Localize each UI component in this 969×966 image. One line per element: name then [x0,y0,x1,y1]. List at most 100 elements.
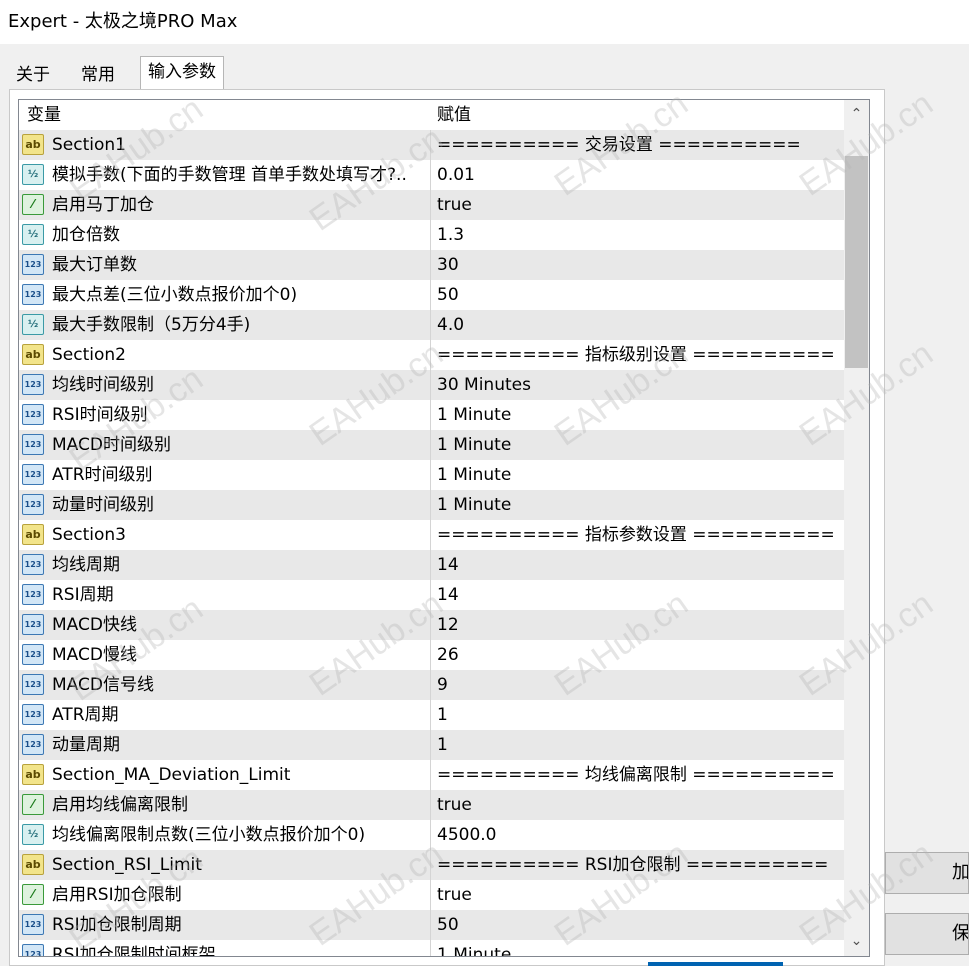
header-value[interactable]: 赋值 [437,100,471,130]
variable-name: MACD时间级别 [52,435,171,455]
variable-name: 最大点差(三位小数点报价加个0) [52,285,298,305]
scroll-thumb[interactable] [845,156,868,368]
table-row[interactable]: 123 动量时间级别 1 Minute [19,490,844,520]
variable-name: 动量时间级别 [52,495,154,515]
variable-value[interactable]: 4500.0 [437,820,837,850]
variable-value[interactable]: 14 [437,580,837,610]
column-divider [430,940,431,956]
table-row[interactable]: ⁄ 启用均线偏离限制 true [19,790,844,820]
variable-value[interactable]: 0.01 [437,160,837,190]
table-row[interactable]: ½ 均线偏离限制点数(三位小数点报价加个0) 4500.0 [19,820,844,850]
variable-name: MACD信号线 [52,675,154,695]
scroll-up-arrow-icon[interactable]: ⌃ [844,102,869,127]
variable-value[interactable]: 4.0 [437,310,837,340]
variable-value[interactable]: true [437,790,837,820]
table-row[interactable]: ½ 最大手数限制（5万分4手) 4.0 [19,310,844,340]
variable-value[interactable]: 1 Minute [437,430,837,460]
variable-value[interactable]: 12 [437,610,837,640]
load-button[interactable]: 加载 [885,852,969,894]
variable-value[interactable]: 1 Minute [437,940,837,956]
table-row[interactable]: 123 MACD快线 12 [19,610,844,640]
variable-name: ATR时间级别 [52,465,153,485]
column-divider [430,880,431,910]
variable-value[interactable]: ========== 指标参数设置 ========== [437,520,837,550]
variable-name: 均线周期 [52,555,120,575]
variable-name: RSI时间级别 [52,405,148,425]
table-row[interactable]: 123 RSI时间级别 1 Minute [19,400,844,430]
variable-value[interactable]: ========== 交易设置 ========== [437,130,837,160]
integer-icon: 123 [22,254,44,275]
column-divider [430,520,431,550]
integer-icon: 123 [22,584,44,605]
variable-name: RSI周期 [52,585,114,605]
table-row[interactable]: 123 动量周期 1 [19,730,844,760]
variable-name: RSI加仓限制周期 [52,915,182,935]
variable-value[interactable]: 26 [437,640,837,670]
column-divider [430,400,431,430]
string-icon: ab [22,344,44,365]
integer-icon: 123 [22,944,44,956]
table-row[interactable]: 123 RSI周期 14 [19,580,844,610]
table-row[interactable]: 123 MACD慢线 26 [19,640,844,670]
variable-value[interactable]: ========== RSI加仓限制 ========== [437,850,837,880]
variable-name: Section_MA_Deviation_Limit [52,765,291,785]
table-row[interactable]: 123 ATR时间级别 1 Minute [19,460,844,490]
variable-value[interactable]: 30 [437,250,837,280]
header-variable[interactable]: 变量 [27,100,61,130]
table-row[interactable]: ab Section3 ========== 指标参数设置 ========== [19,520,844,550]
column-divider [430,160,431,190]
table-row[interactable]: ⁄ 启用RSI加仓限制 true [19,880,844,910]
table-row[interactable]: 123 均线时间级别 30 Minutes [19,370,844,400]
variable-name: Section3 [52,525,126,545]
tab-common[interactable]: 常用 [74,60,122,90]
taskbar-accent [648,962,783,966]
integer-icon: 123 [22,644,44,665]
column-divider [430,460,431,490]
table-row[interactable]: 123 最大点差(三位小数点报价加个0) 50 [19,280,844,310]
variable-value[interactable]: 50 [437,280,837,310]
variable-value[interactable]: 1 Minute [437,400,837,430]
variable-value[interactable]: true [437,190,837,220]
table-row[interactable]: ab Section_RSI_Limit ========== RSI加仓限制 ==… [19,850,844,880]
variable-value[interactable]: 1 Minute [437,490,837,520]
table-row[interactable]: 123 MACD信号线 9 [19,670,844,700]
variable-name: MACD慢线 [52,645,137,665]
variable-value[interactable]: 1 Minute [437,460,837,490]
tab-inputs[interactable]: 输入参数 [140,56,224,91]
variable-value[interactable]: 50 [437,910,837,940]
integer-icon: 123 [22,284,44,305]
tab-about[interactable]: 关于 [8,60,58,90]
scroll-down-arrow-icon[interactable]: ⌄ [844,929,869,954]
table-row[interactable]: 123 RSI加仓限制时间框架 1 Minute [19,940,844,956]
table-row[interactable]: ab Section1 ========== 交易设置 ========== [19,130,844,160]
variable-value[interactable]: 9 [437,670,837,700]
table-row[interactable]: 123 MACD时间级别 1 Minute [19,430,844,460]
save-button[interactable]: 保存 [885,913,969,955]
double-icon: ½ [22,824,44,845]
integer-icon: 123 [22,734,44,755]
column-divider [430,310,431,340]
integer-icon: 123 [22,374,44,395]
variable-value[interactable]: 1.3 [437,220,837,250]
variable-value[interactable]: true [437,880,837,910]
table-row[interactable]: ab Section_MA_Deviation_Limit ========== 均… [19,760,844,790]
variable-name: 启用均线偏离限制 [52,795,188,815]
vertical-scrollbar[interactable]: ⌃ ⌄ [844,100,869,956]
variable-value[interactable]: ========== 指标级别设置 ========== [437,340,837,370]
variable-value[interactable]: 1 [437,700,837,730]
table-row[interactable]: 123 均线周期 14 [19,550,844,580]
variable-name: 模拟手数(下面的手数管理 首单手数处填写才?.. [52,165,407,185]
variable-value[interactable]: 1 [437,730,837,760]
variable-name: 均线时间级别 [52,375,154,395]
table-row[interactable]: 123 ATR周期 1 [19,700,844,730]
variable-value[interactable]: 30 Minutes [437,370,837,400]
table-row[interactable]: ½ 加仓倍数 1.3 [19,220,844,250]
table-row[interactable]: ⁄ 启用马丁加仓 true [19,190,844,220]
variable-value[interactable]: 14 [437,550,837,580]
table-row[interactable]: 123 RSI加仓限制周期 50 [19,910,844,940]
table-row[interactable]: 123 最大订单数 30 [19,250,844,280]
table-row[interactable]: ½ 模拟手数(下面的手数管理 首单手数处填写才?.. 0.01 [19,160,844,190]
variable-value[interactable]: ========== 均线偏离限制 ========== [437,760,837,790]
integer-icon: 123 [22,404,44,425]
table-row[interactable]: ab Section2 ========== 指标级别设置 ========== [19,340,844,370]
